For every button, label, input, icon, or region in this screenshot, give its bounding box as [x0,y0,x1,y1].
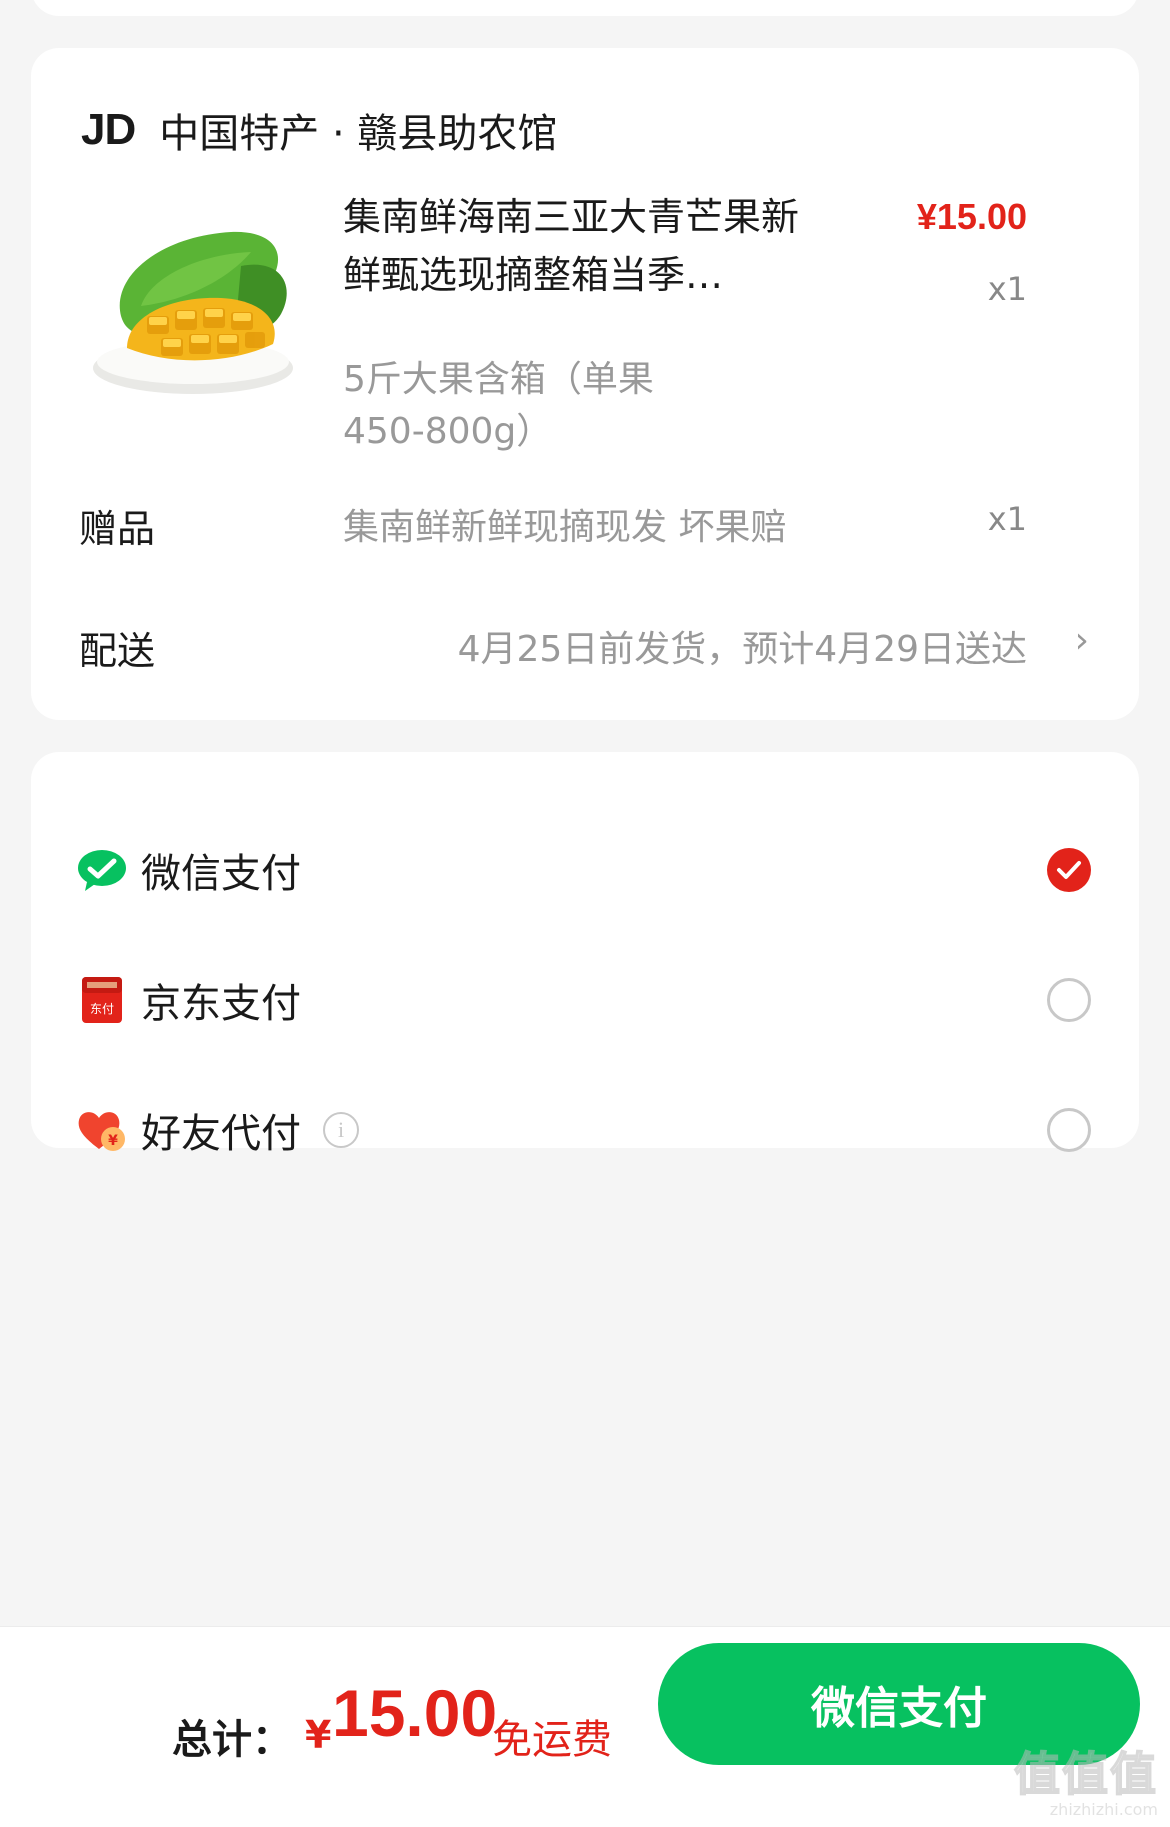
radio-unchecked[interactable] [1047,1108,1091,1152]
info-icon[interactable]: i [323,1112,359,1148]
payment-option-friend[interactable]: ¥ 好友代付 i [31,1080,1139,1180]
radio-unchecked[interactable] [1047,978,1091,1022]
friend-pay-icon: ¥ [77,1105,127,1155]
svg-text:东付: 东付 [90,1002,114,1016]
free-shipping-note: 免运费 [492,1717,612,1763]
chevron-right-icon[interactable]: › [1075,620,1089,661]
gift-quantity: x1 [987,500,1027,538]
checkout-bar: 总计： ¥ 15.00 免运费 微信支付 [0,1626,1170,1827]
checkout-page: JD 中国特产 · 赣县助农馆 集南鲜海南三亚大青芒果新鲜甄选现摘整箱当季… ¥… [0,0,1170,1827]
shop-header[interactable]: JD 中国特产 · 赣县助农馆 [81,100,557,160]
payment-option-wechat[interactable]: 微信支付 [31,820,1139,920]
shop-name: 中国特产 · 赣县助农馆 [159,111,558,157]
product-price: ¥15.00 [916,196,1027,237]
product-title[interactable]: 集南鲜海南三亚大青芒果新鲜甄选现摘整箱当季… [343,188,823,304]
product-image[interactable] [81,196,311,426]
shipping-value[interactable]: 4月25日前发货，预计4月29日送达 [458,620,1027,672]
mango-image [93,231,293,394]
total-currency: ¥ [305,1713,332,1757]
payment-label: 好友代付 [141,1111,301,1157]
order-card: JD 中国特产 · 赣县助农馆 集南鲜海南三亚大青芒果新鲜甄选现摘整箱当季… ¥… [31,48,1139,720]
product-spec: 5斤大果含箱（单果450-800g） [343,359,654,452]
payment-label: 微信支付 [141,851,301,897]
wechat-pay-icon [77,845,127,895]
payment-methods-card: 微信支付 东付 京东支付 ¥ 好友代付 i [31,752,1139,1157]
gift-label: 赠品 [79,507,156,551]
shipping-label: 配送 [79,629,156,673]
watermark-logo: 值值值 [1013,1746,1158,1802]
watermark: 值值值 zhizhizhi.com [1008,1738,1158,1822]
total-label: 总计： [172,1717,292,1763]
svg-text:¥: ¥ [108,1133,118,1149]
total-amount: 15.00 [332,1676,498,1750]
previous-card-edge [31,0,1139,16]
product-quantity: x1 [987,270,1027,308]
radio-checked[interactable] [1047,848,1091,892]
payment-option-jd[interactable]: 东付 京东支付 [31,950,1139,1050]
jd-pay-icon: 东付 [77,975,127,1025]
jd-logo: JD [81,105,136,154]
gift-value: 集南鲜新鲜现摘现发 坏果赔 [343,507,787,548]
payment-label: 京东支付 [141,981,301,1027]
